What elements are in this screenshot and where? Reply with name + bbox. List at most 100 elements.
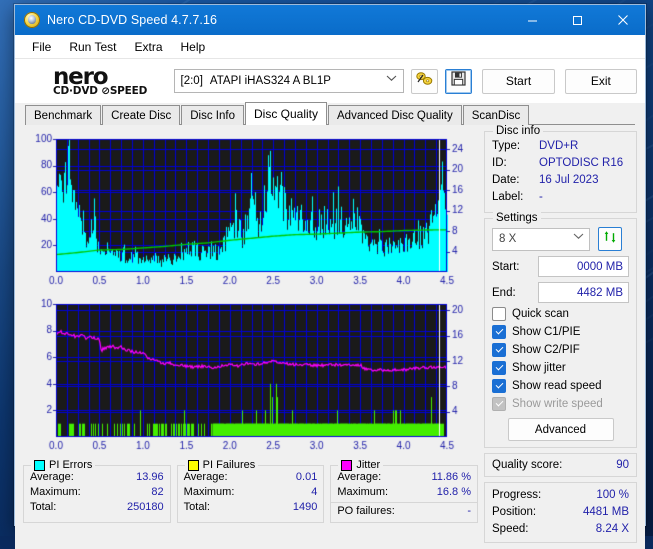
jitter-color-swatch — [341, 460, 352, 471]
pi-failures-average-value: 0.01 — [296, 470, 317, 485]
pi-failures-title: PI Failures — [185, 459, 259, 471]
speed-row: Speed: 8.24 X — [492, 521, 629, 538]
progress-row: Progress: 100 % — [492, 487, 629, 504]
pi-errors-box: PI Errors Average: 13.96 Maximum: 82 Tot… — [23, 465, 171, 523]
disc-label-label: Label: — [492, 189, 539, 206]
pi-failures-maximum-value: 4 — [311, 485, 317, 500]
pi-failures-title-label: PI Failures — [203, 459, 256, 471]
disc-info-title: Disc info — [493, 125, 543, 137]
close-icon[interactable] — [600, 5, 645, 35]
checkbox-box — [492, 379, 506, 393]
end-input[interactable]: 4482 MB — [538, 282, 629, 303]
jitter-box: Jitter Average: 11.86 % Maximum: 16.8 % … — [330, 465, 478, 523]
quick-scan-checkbox[interactable]: Quick scan — [492, 307, 629, 321]
checkbox-box — [492, 343, 506, 357]
menu-run-test[interactable]: Run Test — [60, 38, 125, 56]
show-c1-pie-checkbox[interactable]: Show C1/PIE — [492, 325, 629, 339]
chevron-down-icon — [386, 74, 397, 85]
checkbox-box — [492, 397, 506, 411]
pi-failures-maximum-row: Maximum: 4 — [184, 485, 318, 500]
disc-label-row: Label: - — [492, 189, 629, 206]
progress-value: 100 % — [596, 487, 629, 504]
start-input[interactable]: 0000 MB — [538, 256, 629, 277]
show-write-speed-label: Show write speed — [512, 398, 603, 410]
drive-select[interactable]: [2:0] ATAPI iHAS324 A BL1P — [174, 69, 404, 93]
disc-date-value: 16 Jul 2023 — [539, 172, 598, 189]
pi-errors-total-row: Total: 250180 — [30, 500, 164, 515]
menu-bar: File Run Test Extra Help — [15, 35, 645, 59]
show-read-speed-checkbox[interactable]: Show read speed — [492, 379, 629, 393]
progress-label: Progress: — [492, 487, 544, 504]
disc-speed-icon — [416, 71, 433, 91]
tab-disc-quality[interactable]: Disc Quality — [245, 102, 327, 125]
settings-title: Settings — [493, 212, 541, 224]
quality-score-label: Quality score: — [492, 459, 562, 471]
pi-errors-maximum-row: Maximum: 82 — [30, 485, 164, 500]
jitter-average-value: 11.86 % — [431, 470, 471, 485]
speed-select[interactable]: 8 X — [492, 228, 590, 251]
speed-select-value: 8 X — [499, 233, 516, 245]
pi-errors-color-swatch — [34, 460, 45, 471]
window-controls — [510, 5, 645, 35]
application-window: Nero CD-DVD Speed 4.7.7.16 File Run Test… — [14, 4, 646, 526]
graphs-column: PI Errors Average: 13.96 Maximum: 82 Tot… — [23, 131, 478, 543]
show-jitter-checkbox[interactable]: Show jitter — [492, 361, 629, 375]
disc-id-label: ID: — [492, 155, 539, 172]
nero-app-icon — [24, 12, 40, 28]
exit-button[interactable]: Exit — [565, 69, 637, 94]
show-read-speed-label: Show read speed — [512, 380, 602, 392]
show-c2-pif-checkbox[interactable]: Show C2/PIF — [492, 343, 629, 357]
pi-failures-total-row: Total: 1490 — [184, 500, 318, 515]
jitter-maximum-row: Maximum: 16.8 % — [337, 485, 471, 500]
menu-file[interactable]: File — [23, 38, 60, 56]
save-floppy-button[interactable] — [445, 69, 472, 94]
show-c2-pif-label: Show C2/PIF — [512, 344, 580, 356]
start-button[interactable]: Start — [482, 69, 554, 94]
tab-benchmark[interactable]: Benchmark — [25, 105, 101, 125]
menu-help[interactable]: Help — [172, 38, 215, 56]
nero-logo-sub: CD·DVD ⊘SPEED — [53, 86, 166, 97]
jitter-maximum-value: 16.8 % — [437, 485, 471, 500]
end-field-row: End: 4482 MB — [492, 282, 629, 303]
position-row: Position: 4481 MB — [492, 504, 629, 521]
quality-score-box: Quality score: 90 — [484, 453, 637, 477]
nero-logo: nero CD·DVD ⊘SPEED — [53, 66, 166, 97]
drive-id: [2:0] — [181, 75, 203, 87]
speed-label: Speed: — [492, 521, 544, 538]
tab-advanced-disc-quality[interactable]: Advanced Disc Quality — [328, 105, 462, 125]
pie-chart — [23, 131, 478, 294]
disc-type-label: Type: — [492, 138, 539, 155]
position-label: Position: — [492, 504, 544, 521]
statistics-row: PI Errors Average: 13.96 Maximum: 82 Tot… — [23, 465, 478, 523]
maximize-icon[interactable] — [555, 5, 600, 35]
disc-type-row: Type: DVD+R — [492, 138, 629, 155]
pi-failures-total-value: 1490 — [293, 500, 317, 515]
tab-scandisc[interactable]: ScanDisc — [463, 105, 530, 125]
pie-chart-canvas — [23, 131, 478, 294]
jitter-average-label: Average: — [337, 470, 381, 485]
menu-extra[interactable]: Extra — [125, 38, 171, 56]
pi-errors-total-label: Total: — [30, 500, 56, 515]
pi-failures-total-label: Total: — [184, 500, 210, 515]
pi-failures-average-label: Average: — [184, 470, 228, 485]
start-label: Start: — [492, 261, 538, 273]
checkbox-box — [492, 307, 506, 321]
disc-date-row: Date: 16 Jul 2023 — [492, 172, 629, 189]
pi-errors-average-value: 13.96 — [136, 470, 164, 485]
tab-create-disc[interactable]: Create Disc — [102, 105, 180, 125]
po-failures-label: PO failures: — [337, 504, 394, 519]
advanced-button[interactable]: Advanced — [508, 418, 614, 441]
checkbox-box — [492, 325, 506, 339]
progress-box: Progress: 100 % Position: 4481 MB Speed:… — [484, 482, 637, 543]
pi-errors-average-row: Average: 13.96 — [30, 470, 164, 485]
minimize-icon[interactable] — [510, 5, 555, 35]
disc-id-value: OPTODISC R16 — [539, 155, 623, 172]
toolbar: nero CD·DVD ⊘SPEED [2:0] ATAPI iHAS324 A… — [15, 59, 645, 103]
disc-speed-icon-button[interactable] — [411, 69, 438, 94]
tab-disc-info[interactable]: Disc Info — [181, 105, 244, 125]
pi-errors-total-value: 250180 — [127, 500, 164, 515]
pi-errors-maximum-value: 82 — [151, 485, 163, 500]
checkbox-box — [492, 361, 506, 375]
refresh-button[interactable] — [598, 227, 622, 251]
po-failures-value: - — [467, 504, 471, 519]
